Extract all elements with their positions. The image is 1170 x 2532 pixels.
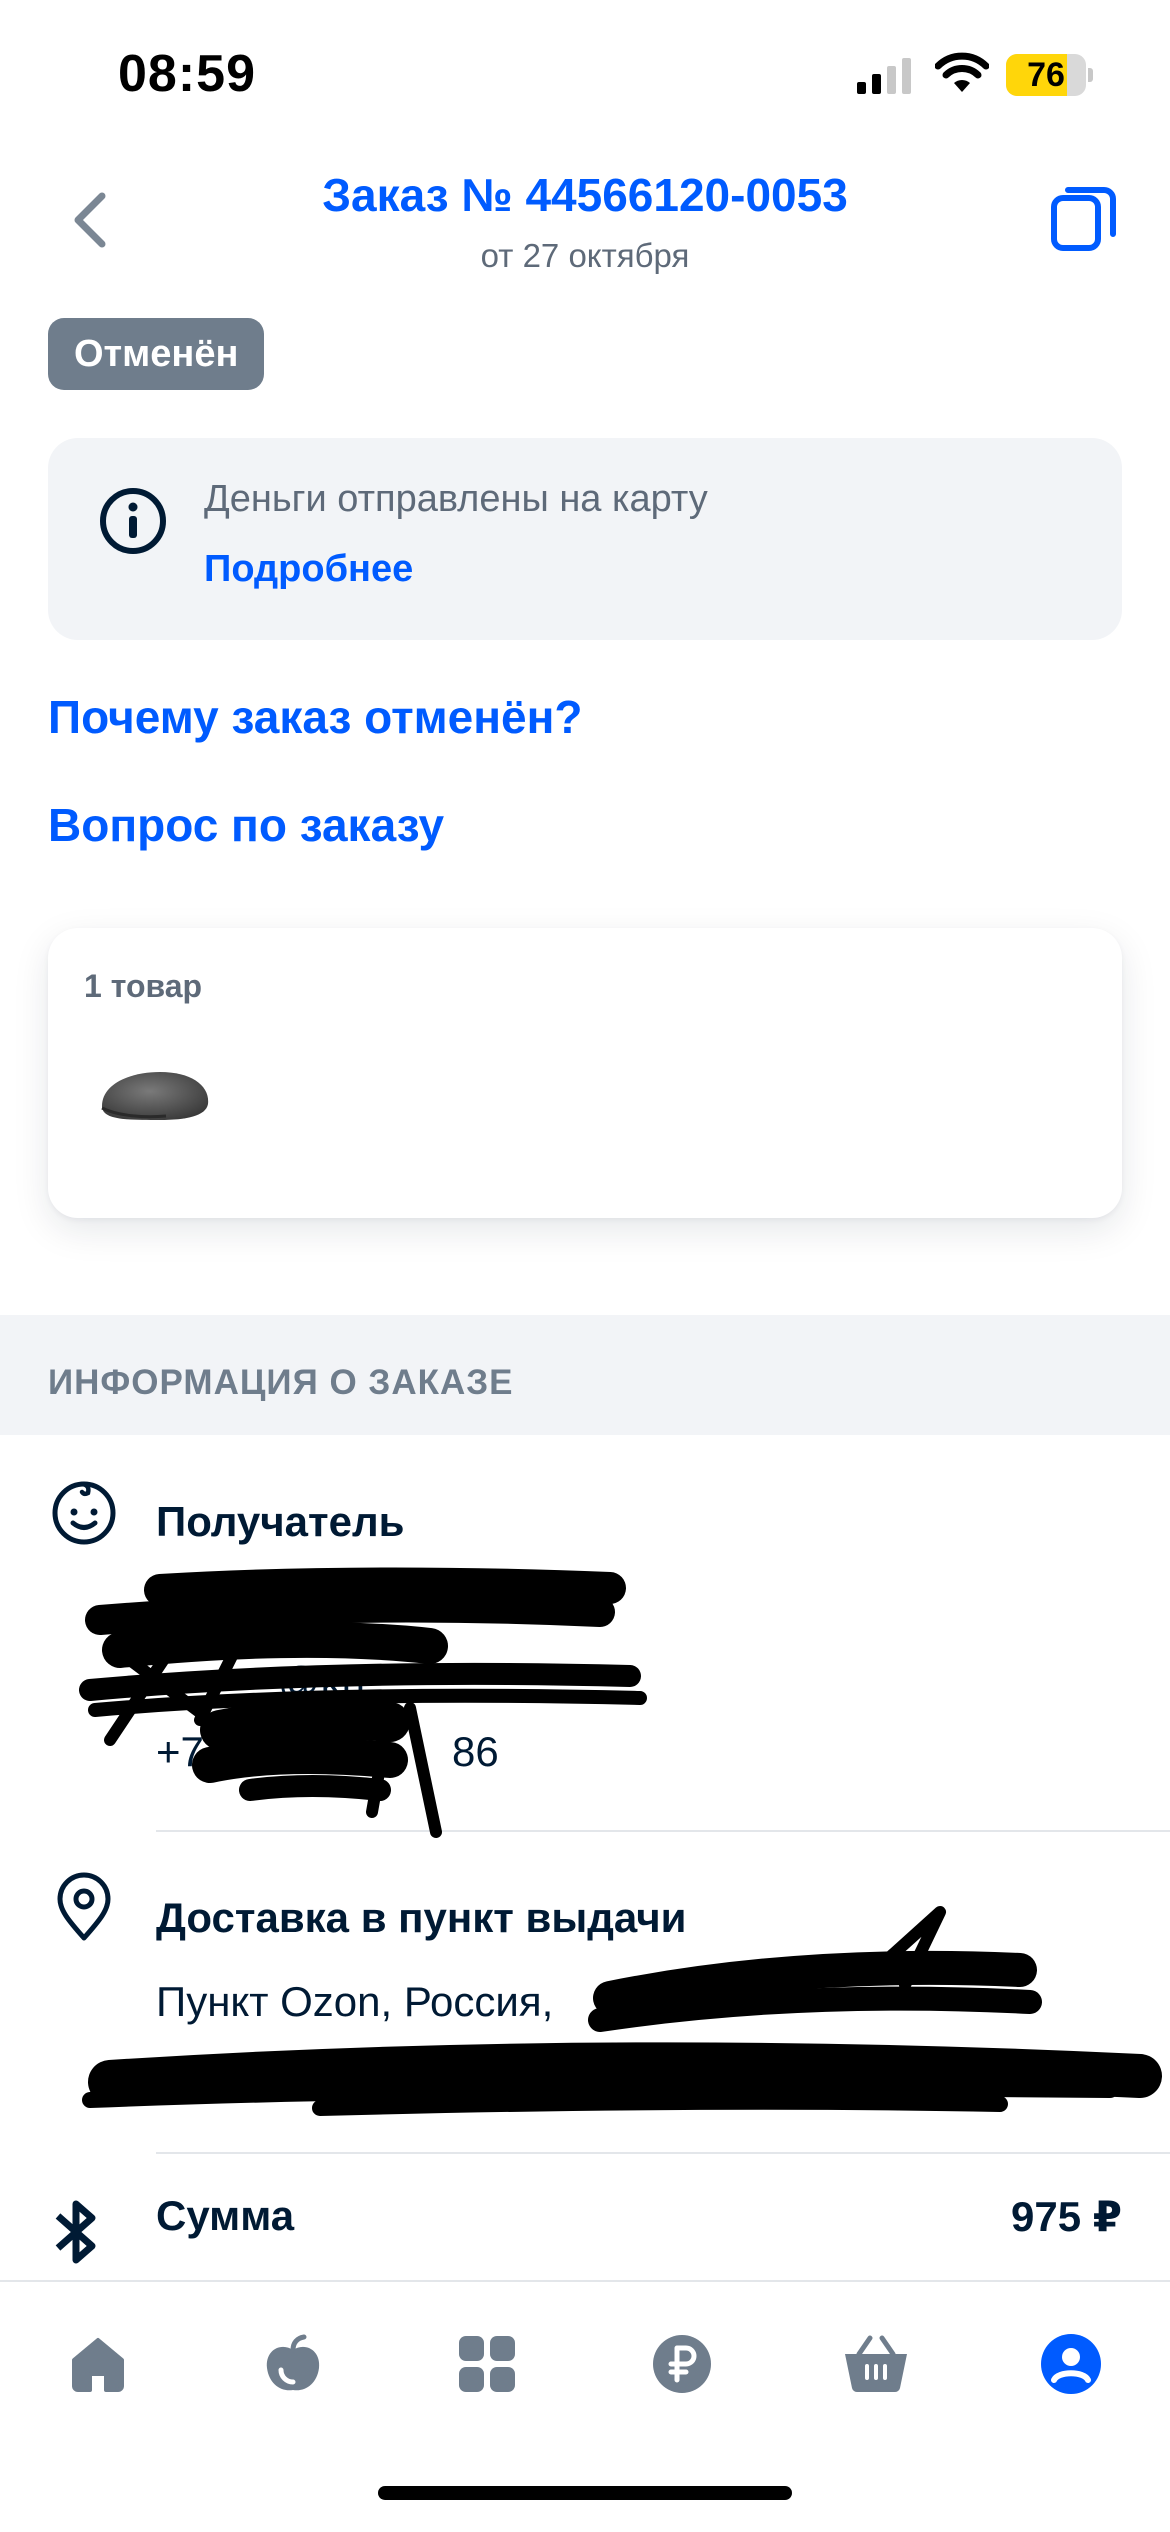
page-title: Заказ № 44566120-0053 bbox=[322, 169, 848, 221]
order-info-section-header: ИНФОРМАЦИЯ О ЗАКАЗЕ bbox=[0, 1315, 1170, 1435]
products-card[interactable]: 1 товар bbox=[48, 928, 1122, 1218]
back-button[interactable] bbox=[50, 180, 130, 260]
copy-icon bbox=[1051, 187, 1116, 251]
order-details-screen: 08:59 76 Заказ № 44566120-0053 от 27 окт… bbox=[0, 0, 1170, 2532]
nav-cart[interactable] bbox=[826, 2324, 926, 2404]
order-question-link[interactable]: Вопрос по заказу bbox=[48, 798, 444, 852]
details-link[interactable]: Подробнее bbox=[204, 548, 413, 591]
nav-fresh[interactable] bbox=[243, 2324, 343, 2404]
refund-info-text: Деньги отправлены на карту bbox=[204, 478, 708, 520]
apple-icon bbox=[266, 2334, 320, 2391]
section-title: ИНФОРМАЦИЯ О ЗАКАЗЕ bbox=[48, 1363, 514, 1402]
nav-home[interactable] bbox=[48, 2324, 148, 2404]
location-pin-icon bbox=[57, 1872, 111, 1941]
basket-icon bbox=[845, 2335, 907, 2393]
nav-profile[interactable] bbox=[1021, 2324, 1121, 2404]
status-badge: Отменён bbox=[48, 318, 265, 390]
chevron-left-icon bbox=[74, 192, 106, 248]
nav-catalog[interactable] bbox=[437, 2324, 537, 2404]
wifi-icon bbox=[935, 52, 989, 92]
smiley-icon bbox=[52, 1481, 116, 1545]
divider bbox=[156, 1830, 1170, 1832]
product-count: 1 товар bbox=[84, 968, 203, 1004]
ruble-icon bbox=[653, 2335, 711, 2393]
sum-amount: 975 ₽ bbox=[1011, 2193, 1122, 2240]
signal-icon bbox=[857, 58, 911, 94]
grid-icon bbox=[459, 2336, 515, 2392]
refund-info-card: Деньги отправлены на карту Подробнее bbox=[48, 438, 1122, 640]
home-indicator bbox=[378, 2486, 792, 2500]
profile-icon bbox=[1041, 2334, 1101, 2394]
recipient-email: @kh bbox=[278, 1658, 365, 1705]
divider bbox=[156, 2152, 1170, 2154]
recipient-phone-start: +7 bbox=[156, 1728, 204, 1775]
sum-title: Сумма bbox=[156, 2192, 295, 2239]
delivery-address: Пункт Ozon, Россия, bbox=[156, 1978, 554, 2025]
delivery-title: Доставка в пункт выдачи bbox=[156, 1894, 687, 1941]
home-icon bbox=[72, 2338, 124, 2392]
status-time: 08:59 bbox=[118, 45, 256, 103]
recipient-title: Получатель bbox=[156, 1498, 405, 1545]
recipient-phone-end: 86 bbox=[452, 1728, 499, 1775]
bluetooth-icon bbox=[55, 2200, 96, 2264]
flat-cap-image[interactable] bbox=[96, 1058, 216, 1138]
battery-indicator: 76 bbox=[1006, 54, 1093, 96]
nav-finance[interactable] bbox=[632, 2324, 732, 2404]
status-bar: 08:59 76 bbox=[0, 0, 1170, 150]
why-cancelled-link[interactable]: Почему заказ отменён? bbox=[48, 690, 582, 744]
order-date: от 27 октября bbox=[480, 237, 690, 274]
info-icon bbox=[100, 488, 166, 554]
copy-button[interactable] bbox=[1048, 182, 1120, 254]
battery-percent: 76 bbox=[1027, 56, 1065, 94]
